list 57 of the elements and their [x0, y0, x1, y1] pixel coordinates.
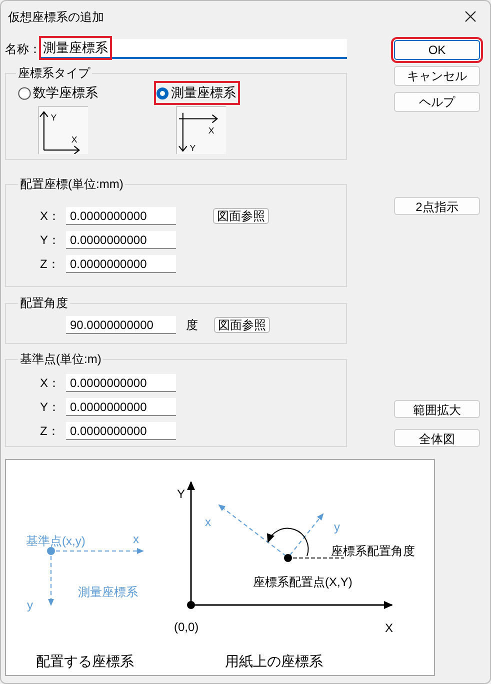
- help-button[interactable]: ヘルプ: [394, 92, 480, 112]
- local-y-arrow: [48, 556, 54, 606]
- unit-label: 度: [186, 317, 198, 334]
- reference-button[interactable]: 図面参照: [213, 208, 269, 224]
- radio-selected-icon[interactable]: [156, 86, 169, 100]
- angle-label: 座標系配置角度: [331, 544, 415, 558]
- axis-label: X：: [40, 208, 62, 225]
- input-field[interactable]: 0.0000000000: [66, 422, 176, 440]
- axes-drawing: X Y: [176, 106, 226, 154]
- base-point-label: 基準点(x,y): [26, 534, 86, 548]
- name-field[interactable]: 測量座標系: [39, 39, 347, 59]
- point-label: 座標系配置点(X,Y): [253, 575, 352, 589]
- input-field[interactable]: 0.0000000000: [66, 374, 176, 392]
- axis-label: y: [334, 520, 340, 534]
- radio-option[interactable]: 数学座標系: [18, 83, 100, 103]
- axes-drawing: Y X: [38, 106, 88, 154]
- name-label: 名称：: [5, 41, 39, 58]
- placement-point-dot: [284, 554, 292, 562]
- diagram-caption: 配置する座標系: [36, 653, 134, 669]
- axis-label: Z：: [40, 423, 60, 440]
- origin-dot: [187, 601, 195, 609]
- close-icon[interactable]: [465, 11, 476, 22]
- axis-label: y: [27, 598, 33, 612]
- group-label: 座標系タイプ: [17, 65, 92, 82]
- reference-line: [293, 557, 344, 559]
- diagram-caption: 用紙上の座標系: [225, 653, 323, 669]
- group-label: 基準点(単位:m): [19, 351, 102, 368]
- angle-arc-arrow: [268, 528, 309, 556]
- reference-button[interactable]: 図面参照: [214, 317, 270, 333]
- input-field[interactable]: 0.0000000000: [66, 231, 176, 249]
- axis-label: Y：: [40, 399, 62, 416]
- axis-label: X: [385, 621, 394, 635]
- origin-label: (0,0): [174, 620, 199, 634]
- overview-button[interactable]: 全体図: [394, 429, 480, 447]
- radio-option[interactable]: 測量座標系: [156, 83, 238, 103]
- input-field[interactable]: 90.0000000000: [66, 316, 176, 334]
- axis-label: Z：: [40, 256, 60, 273]
- radio-empty-icon[interactable]: [18, 86, 31, 100]
- zoom-range-button[interactable]: 範囲拡大: [394, 400, 480, 418]
- axis-label: X：: [40, 375, 62, 392]
- rotated-y-arrow: [290, 513, 324, 556]
- group-label: 配置座標(単位:mm): [19, 176, 124, 193]
- input-field[interactable]: 0.0000000000: [66, 255, 176, 273]
- ok-button[interactable]: OK: [394, 40, 480, 60]
- window-title: 仮想座標系の追加: [8, 8, 104, 26]
- cancel-button[interactable]: キャンセル: [394, 66, 480, 86]
- axis-label: Y: [177, 487, 186, 501]
- rotated-x-arrow: [218, 504, 286, 556]
- base-point-dot: [47, 547, 55, 555]
- group-label: 配置角度: [19, 295, 69, 312]
- input-field[interactable]: 0.0000000000: [66, 398, 176, 416]
- input-field[interactable]: 0.0000000000: [66, 207, 176, 225]
- axis-label: Y：: [40, 232, 62, 249]
- two-point-button[interactable]: 2点指示: [394, 197, 480, 215]
- axis-label: x: [133, 532, 139, 546]
- axis-label: x: [205, 515, 211, 529]
- system-label: 測量座標系: [78, 585, 138, 599]
